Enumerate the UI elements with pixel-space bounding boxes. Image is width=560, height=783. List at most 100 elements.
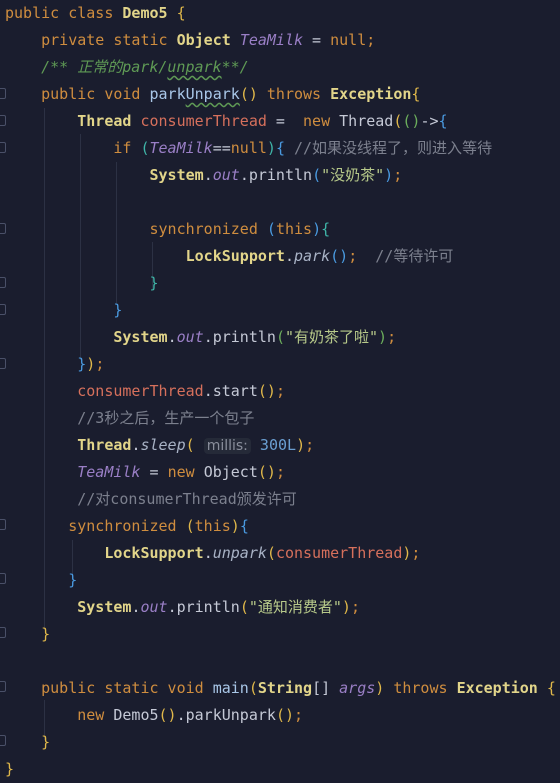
code-token: //3秒之后，生产一个包子 [5,409,255,427]
code-line[interactable]: LockSupport.park(); //等待许可 [5,243,454,270]
code-line[interactable]: LockSupport.unpark(consumerThread); [5,540,420,567]
code-token: } [5,274,159,292]
code-token: if [5,139,141,157]
code-line[interactable]: }); [5,351,104,378]
code-token: ( [275,328,285,346]
code-token: .start [203,382,258,400]
code-line[interactable]: } [5,297,122,324]
code-token: . [167,328,177,346]
code-token: synchronized [5,220,267,238]
code-token: private static [5,31,177,49]
code-token: ; [305,436,315,454]
code-line[interactable]: new Demo5().parkUnpark(); [5,702,303,729]
code-line[interactable]: public static void main(String[] args) t… [5,675,556,702]
code-line[interactable]: } [5,621,50,648]
code-token: ; [350,598,360,616]
code-line[interactable]: /** 正常的park/unpark**/ [5,54,249,81]
code-token: ( [185,517,195,535]
code-token: /** 正常的park/ [5,58,168,76]
code-token: park [149,85,186,103]
code-token: ( [185,436,204,454]
code-line[interactable]: System.out.println("有奶茶了啦"); [5,324,396,351]
code-token: Exception [330,85,412,103]
code-token: == [212,139,231,157]
code-token: { [167,4,186,22]
code-token: ( [248,679,258,697]
code-line[interactable]: synchronized (this){ [5,216,330,243]
code-token: } [5,571,78,589]
code-line[interactable]: Thread.sleep( millis: 300L); [5,432,314,459]
code-token: . [203,166,213,184]
code-line[interactable]: synchronized (this){ [5,513,249,540]
code-line[interactable]: TeaMilk = new Object(); [5,459,285,486]
code-token: ; [393,166,403,184]
code-token: ) [378,328,388,346]
code-line[interactable]: //对consumerThread颁发许可 [5,486,297,513]
code-token: ( [266,544,276,562]
code-token: this [275,220,313,238]
code-token: "没奶茶" [321,166,385,184]
code-token: new [303,112,340,130]
code-token: LockSupport [5,544,204,562]
code-line[interactable]: Thread consumerThread = new Thread(()->{ [5,108,448,135]
code-token: ( [266,220,276,238]
code-token: throws [384,679,457,697]
code-token: () [158,706,177,724]
code-token: ; [387,328,397,346]
code-token: } [5,733,51,751]
code-line[interactable]: consumerThread.start(); [5,378,285,405]
code-token: args [339,679,376,697]
code-line[interactable]: } [5,270,159,297]
code-token: () [239,85,258,103]
code-token: ; [275,463,285,481]
code-line[interactable]: public class Demo5 { [5,0,186,27]
code-token: { [546,679,556,697]
code-token: synchronized [5,517,186,535]
code-line[interactable]: if (TeaMilk==null){ //如果没线程了，则进入等待 [5,135,492,162]
code-token: System [5,166,204,184]
code-token: Thread [5,112,141,130]
code-token: ) [384,166,394,184]
code-token: "通知消费者" [248,598,342,616]
code-token: sleep [140,436,186,454]
code-token: null [230,139,267,157]
code-line[interactable]: System.out.println("通知消费者"); [5,594,360,621]
code-token: TeaMilk [5,463,141,481]
code-line[interactable]: } [5,756,14,783]
code-token: public static void [5,679,213,697]
code-token: Demo5 [113,706,159,724]
code-line[interactable]: System.out.println("没奶茶"); [5,162,402,189]
code-token: [] [312,679,340,697]
code-token: consumerThread [140,112,267,130]
code-token: ) [230,517,240,535]
code-token: consumerThread [275,544,403,562]
code-token: .println [239,166,313,184]
code-token: throws [257,85,331,103]
code-token: ( [239,598,249,616]
code-token: //如果没线程了，则进入等待 [294,139,493,157]
code-token: String [257,679,313,697]
code-line[interactable]: //3秒之后，生产一个包子 [5,405,254,432]
code-token: { [239,517,249,535]
code-token: -> [420,112,439,130]
code-token: Unpark [185,85,240,103]
code-token: { [438,112,448,130]
code-token: System [5,328,168,346]
code-token: TeaMilk [149,139,213,157]
code-line[interactable]: } [5,729,50,756]
code-token: ; [348,247,358,265]
code-token: unpark [167,58,222,76]
code-token: Demo5 [122,4,168,22]
code-token: 300L [250,436,297,454]
code-token: = [140,463,168,481]
code-line[interactable]: public void parkUnpark() throws Exceptio… [5,81,420,108]
code-token: () [402,112,421,130]
code-token: ) [86,355,96,373]
code-token: = [303,31,331,49]
code-token: { [321,220,331,238]
code-line[interactable]: } [5,567,77,594]
code-line[interactable]: private static Object TeaMilk = null; [5,27,375,54]
code-token: ; [95,355,105,373]
code-token: () [330,247,349,265]
code-token: new [5,706,114,724]
